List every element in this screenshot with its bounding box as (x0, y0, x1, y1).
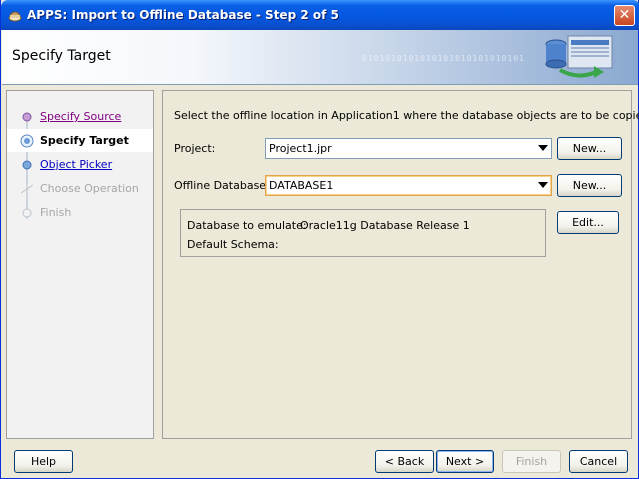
window-title: APPS: Import to Offline Database - Step … (27, 8, 339, 22)
new-offline-database-button[interactable]: New... (557, 174, 622, 197)
step-finish: Finish (7, 201, 153, 224)
step-completed-icon (22, 112, 32, 122)
button-label: New... (572, 179, 607, 192)
chevron-down-icon[interactable] (538, 182, 548, 188)
button-label: Help (30, 455, 57, 468)
project-combobox[interactable]: Project1.jpr (265, 138, 552, 159)
step-label: Specify Source (40, 110, 122, 123)
close-button[interactable]: ✕ (614, 5, 635, 26)
step-label: Specify Target (40, 134, 129, 147)
help-button[interactable]: Help (14, 450, 73, 473)
steps-navigator: Specify Source Specify Target Object Pic… (6, 90, 154, 439)
step-disabled-icon (22, 208, 32, 218)
edit-button[interactable]: Edit... (557, 211, 619, 234)
header-banner: Specify Target 0101010101010101010101010… (2, 30, 638, 85)
offline-database-label: Offline Database: (174, 179, 270, 192)
next-button[interactable]: Next > (436, 450, 494, 473)
button-label: Edit... (572, 216, 604, 229)
step-choose-operation: Choose Operation (7, 177, 153, 200)
page-title: Specify Target (12, 48, 111, 64)
banner-binary-pattern: 0101010101010101010101010101 (362, 54, 525, 63)
new-project-button[interactable]: New... (557, 137, 622, 160)
emulate-value: Oracle11g Database Release 1 (300, 219, 470, 232)
chevron-down-icon[interactable] (538, 145, 548, 151)
back-button[interactable]: < Back (375, 450, 434, 473)
button-label: Finish (515, 455, 548, 468)
button-label: < Back (384, 455, 425, 468)
cancel-button[interactable]: Cancel (569, 450, 628, 473)
jdeveloper-cup-icon (8, 11, 22, 22)
step-branch-icon (20, 184, 34, 194)
close-icon: ✕ (618, 7, 631, 23)
step-pending-icon (22, 160, 32, 170)
button-label: Cancel (579, 455, 618, 468)
finish-button: Finish (502, 450, 561, 473)
project-label: Project: (174, 142, 216, 155)
step-specify-source[interactable]: Specify Source (7, 105, 153, 128)
step-current-icon (20, 134, 34, 148)
default-schema-label: Default Schema: (187, 238, 279, 251)
title-bar[interactable]: APPS: Import to Offline Database - Step … (1, 0, 639, 30)
step-label: Finish (40, 206, 72, 219)
button-label: Next > (445, 455, 485, 468)
button-label: New... (572, 142, 607, 155)
offline-database-value: DATABASE1 (269, 179, 334, 192)
step-label: Choose Operation (40, 182, 139, 195)
step-label: Object Picker (40, 158, 113, 171)
offline-database-combobox[interactable]: DATABASE1 (265, 175, 552, 196)
instruction-text: Select the offline location in Applicati… (174, 109, 639, 122)
database-import-graphic-icon (545, 35, 613, 78)
step-object-picker[interactable]: Object Picker (7, 153, 153, 176)
wizard-window: APPS: Import to Offline Database - Step … (0, 0, 639, 479)
emulate-label: Database to emulate: (187, 219, 307, 232)
step-specify-target[interactable]: Specify Target (7, 129, 153, 152)
project-value: Project1.jpr (269, 142, 332, 155)
database-details-box: Database to emulate: Oracle11g Database … (180, 209, 546, 257)
